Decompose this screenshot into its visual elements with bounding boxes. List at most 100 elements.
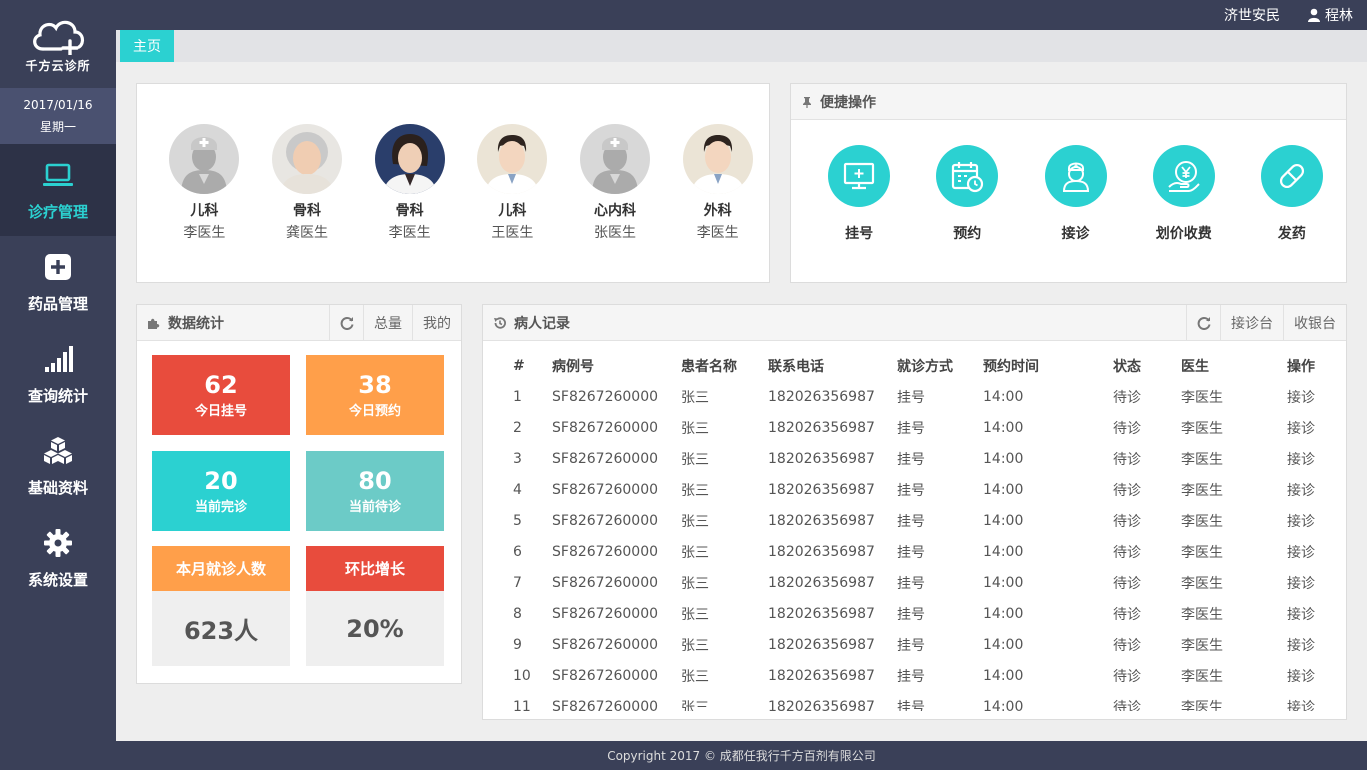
puzzle-icon — [148, 318, 160, 329]
quick-action-label: 接诊 — [1061, 226, 1090, 242]
receive-action-link[interactable]: 接诊 — [1287, 660, 1327, 691]
table-cell: 李医生 — [1181, 482, 1223, 499]
nav-label: 系统设置 — [27, 570, 88, 589]
doctor-department: 外科 — [703, 203, 732, 219]
sidebar: 千方云诊所 2017/01/16 星期一 诊疗管理 药品管理 查询统计 基础资料… — [0, 0, 116, 770]
stat-label: 当前完诊 — [194, 499, 247, 515]
receive-action-link[interactable]: 接诊 — [1287, 629, 1327, 660]
stat-label: 今日挂号 — [194, 403, 247, 419]
panel-title: 数据统计 — [168, 315, 224, 332]
table-row[interactable]: 4 SF8267260000 张三 182026356987 挂号 14:00 待诊 李医生 接… — [505, 474, 1327, 505]
medicine-plus-icon — [45, 253, 71, 280]
table-row[interactable]: 8 SF8267260000 张三 182026356987 挂号 14:00 待诊 李医生 接… — [505, 598, 1327, 629]
quick-action-3[interactable]: 接诊 — [1021, 145, 1129, 243]
stat-value: 20% — [346, 614, 404, 643]
stat-value: 623人 — [183, 617, 259, 645]
logo[interactable]: 千方云诊所 — [0, 0, 116, 88]
table-row[interactable]: 11 SF8267260000 张三 182026356987 挂号 14:00 待诊 李医生… — [505, 691, 1327, 712]
receive-action-link[interactable]: 接诊 — [1287, 443, 1327, 474]
table-row[interactable]: 2 SF8267260000 张三 182026356987 挂号 14:00 待诊 李医生 接… — [505, 412, 1327, 443]
table-cell: 182026356987 — [768, 698, 875, 712]
table-row[interactable]: 3 SF8267260000 张三 182026356987 挂号 14:00 待诊 李医生 接… — [505, 443, 1327, 474]
stat-card-today-appointment[interactable]: 38 今日预约 — [306, 355, 444, 435]
stats-mine-button[interactable]: 我的 — [412, 305, 461, 340]
table-cell: 李医生 — [1181, 668, 1223, 685]
column-header: 预约时间 — [983, 359, 1039, 375]
table-cell: 挂号 — [897, 606, 925, 623]
reception-desk-button[interactable]: 接诊台 — [1220, 305, 1283, 340]
doctor-card[interactable]: 骨科 李医生 — [358, 124, 461, 242]
stat-card-waiting[interactable]: 80 当前待诊 — [306, 451, 444, 531]
receive-action-link[interactable]: 接诊 — [1287, 567, 1327, 598]
table-row[interactable]: 5 SF8267260000 张三 182026356987 挂号 14:00 待诊 李医生 接… — [505, 505, 1327, 536]
receive-action-link[interactable]: 接诊 — [1287, 381, 1327, 412]
column-header: # — [513, 358, 525, 374]
table-cell: SF8267260000 — [552, 698, 659, 712]
table-row[interactable]: 6 SF8267260000 张三 182026356987 挂号 14:00 待诊 李医生 接… — [505, 536, 1327, 567]
nav-item-base[interactable]: 基础资料 — [0, 420, 116, 512]
table-cell: 6 — [513, 543, 522, 560]
table-cell: 182026356987 — [768, 543, 875, 560]
table-row[interactable]: 10 SF8267260000 张三 182026356987 挂号 14:00 待诊 李医生… — [505, 660, 1327, 691]
doctor-avatar — [682, 124, 753, 194]
nav-item-settings[interactable]: 系统设置 — [0, 512, 116, 604]
refresh-button[interactable] — [329, 305, 363, 340]
doctor-card[interactable]: 外科 李医生 — [666, 124, 769, 242]
quick-action-1[interactable]: 挂号 — [805, 145, 913, 243]
table-cell: 挂号 — [897, 482, 925, 499]
doctor-card[interactable]: 心内科 张医生 — [564, 124, 667, 242]
receive-action-link[interactable]: 接诊 — [1287, 505, 1327, 536]
records-table-scroll[interactable]: # 病例号 患者名称 联系电话 就诊方式 预约时间 状态 医生 操作 1 SF8267260000… — [483, 341, 1346, 711]
panel-title: 便捷操作 — [820, 94, 876, 111]
receive-action-link[interactable]: 接诊 — [1287, 474, 1327, 505]
nav-item-clinic[interactable]: 诊疗管理 — [0, 144, 116, 236]
refresh-icon — [1197, 316, 1210, 330]
table-cell: 挂号 — [897, 668, 925, 685]
receive-action-link[interactable]: 接诊 — [1287, 691, 1327, 712]
nav-item-query[interactable]: 查询统计 — [0, 328, 116, 420]
table-cell: 待诊 — [1113, 544, 1141, 561]
laptop-icon — [43, 163, 73, 186]
table-cell: 李医生 — [1181, 513, 1223, 530]
table-cell: 182026356987 — [768, 388, 875, 405]
tab-home[interactable]: 主页 — [120, 30, 174, 62]
column-header: 病例号 — [552, 359, 594, 375]
receive-action-link[interactable]: 接诊 — [1287, 412, 1327, 443]
column-header: 患者名称 — [681, 359, 737, 375]
doctor-card[interactable]: 骨科 龚医生 — [256, 124, 359, 242]
quick-action-5[interactable]: 发药 — [1238, 145, 1346, 243]
doctor-card[interactable]: 儿科 王医生 — [461, 124, 564, 242]
stat-header: 环比增长 — [306, 546, 444, 591]
table-row[interactable]: 9 SF8267260000 张三 182026356987 挂号 14:00 待诊 李医生 接… — [505, 629, 1327, 660]
table-row[interactable]: 1 SF8267260000 张三 182026356987 挂号 14:00 待诊 李医生 接… — [505, 381, 1327, 412]
stats-total-button[interactable]: 总量 — [363, 305, 412, 340]
table-cell: 挂号 — [897, 699, 925, 712]
stat-card-finished[interactable]: 20 当前完诊 — [152, 451, 290, 531]
calendar-clock-icon — [936, 145, 999, 207]
table-cell: 7 — [513, 574, 522, 591]
nav-label: 查询统计 — [27, 386, 88, 405]
doctor-avatar — [477, 124, 548, 194]
refresh-button[interactable] — [1186, 305, 1220, 340]
receive-action-link[interactable]: 接诊 — [1287, 598, 1327, 629]
quick-action-4[interactable]: 划价收费 — [1130, 145, 1238, 243]
table-cell: 14:00 — [983, 698, 1024, 712]
doctor-card[interactable]: 儿科 李医生 — [153, 124, 256, 242]
nav-item-medicine[interactable]: 药品管理 — [0, 236, 116, 328]
table-cell: 待诊 — [1113, 420, 1141, 437]
cashier-button[interactable]: 收银台 — [1283, 305, 1346, 340]
table-row[interactable]: 7 SF8267260000 张三 182026356987 挂号 14:00 待诊 李医生 接… — [505, 567, 1327, 598]
table-cell: 待诊 — [1113, 575, 1141, 592]
panel-header: 便捷操作 — [791, 84, 1346, 120]
table-cell: SF8267260000 — [552, 450, 659, 467]
stat-card-today-register[interactable]: 62 今日挂号 — [152, 355, 290, 435]
user-menu[interactable]: 程林 — [1308, 5, 1353, 25]
quick-action-label: 预约 — [953, 226, 982, 242]
receive-action-link[interactable]: 接诊 — [1287, 536, 1327, 567]
table-cell: SF8267260000 — [552, 512, 659, 529]
table-cell: 182026356987 — [768, 574, 875, 591]
cubes-icon — [44, 436, 72, 464]
yen-hand-icon — [1152, 145, 1215, 207]
quick-action-2[interactable]: 预约 — [913, 145, 1021, 243]
stat-number: 62 — [204, 370, 238, 399]
